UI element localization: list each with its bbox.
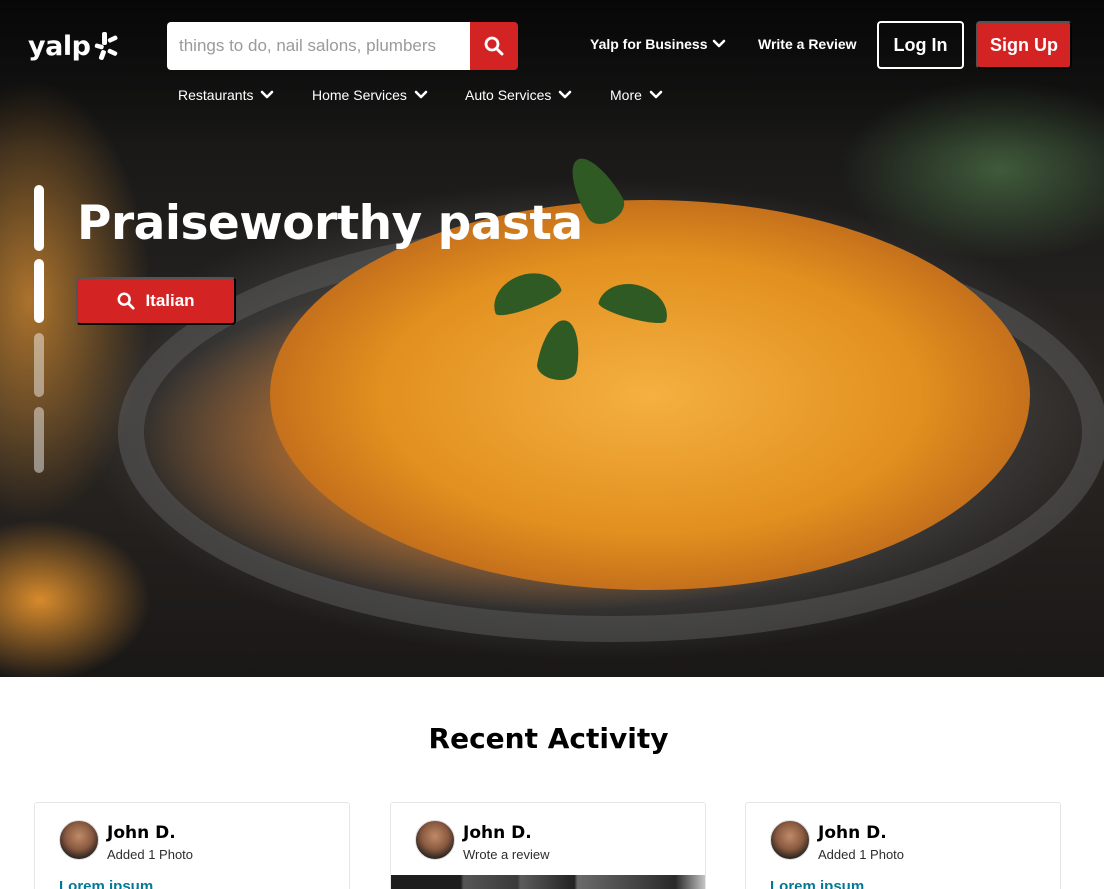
write-review-label: Write a Review bbox=[758, 36, 857, 52]
yalp-logo[interactable]: yalp bbox=[28, 30, 119, 62]
burst-logo-icon bbox=[95, 32, 118, 60]
nav-item-home-services[interactable]: Home Services bbox=[312, 87, 429, 103]
yalp-for-business-link[interactable]: Yalp for Business bbox=[590, 36, 727, 52]
yalp-for-business-label: Yalp for Business bbox=[590, 36, 708, 52]
nav-item-label: Auto Services bbox=[465, 87, 552, 103]
search-bar bbox=[167, 22, 518, 70]
slide-indicator-active[interactable] bbox=[34, 259, 44, 323]
nav-item-label: Restaurants bbox=[178, 87, 254, 103]
activity-card[interactable]: John D. Added 1 Photo Lorem ipsum bbox=[34, 802, 350, 889]
business-link[interactable]: Lorem ipsum bbox=[59, 878, 153, 889]
slide-indicator-active[interactable] bbox=[34, 185, 44, 251]
review-photo[interactable] bbox=[391, 875, 705, 889]
activity-action: Wrote a review bbox=[463, 847, 550, 862]
activity-card[interactable]: John D. Wrote a review bbox=[390, 802, 706, 889]
chevron-down-icon bbox=[414, 90, 428, 99]
chevron-down-icon bbox=[559, 90, 572, 99]
nav-item-label: More bbox=[610, 87, 642, 103]
nav-item-more[interactable]: More bbox=[610, 87, 664, 103]
activity-action: Added 1 Photo bbox=[107, 847, 194, 862]
chevron-down-icon bbox=[261, 90, 274, 99]
business-link[interactable]: Lorem ipsum bbox=[770, 878, 864, 889]
user-name[interactable]: John D. bbox=[818, 823, 887, 843]
signup-button[interactable]: Sign Up bbox=[976, 21, 1072, 69]
chevron-down-icon bbox=[713, 39, 726, 48]
avatar[interactable] bbox=[770, 820, 810, 860]
write-review-link[interactable]: Write a Review bbox=[758, 36, 857, 52]
search-input[interactable] bbox=[167, 22, 470, 70]
recent-activity-title: Recent Activity bbox=[428, 722, 669, 755]
activity-card[interactable]: John D. Added 1 Photo Lorem ipsum bbox=[745, 802, 1061, 889]
hero-category-label: Italian bbox=[145, 291, 195, 310]
nav-item-restaurants[interactable]: Restaurants bbox=[178, 87, 275, 103]
hero-title: Praiseworthy pasta bbox=[77, 196, 583, 251]
search-button[interactable] bbox=[470, 22, 518, 70]
slide-indicator[interactable] bbox=[34, 333, 44, 397]
search-icon bbox=[484, 36, 504, 56]
login-button[interactable]: Log In bbox=[877, 21, 964, 69]
user-name[interactable]: John D. bbox=[463, 823, 532, 843]
chevron-down-icon bbox=[649, 90, 663, 99]
hero-category-button[interactable]: Italian bbox=[76, 277, 236, 325]
activity-action: Added 1 Photo bbox=[818, 847, 905, 862]
search-icon bbox=[117, 292, 135, 310]
avatar[interactable] bbox=[415, 820, 455, 860]
logo-text: yalp bbox=[28, 30, 91, 62]
nav-item-auto-services[interactable]: Auto Services bbox=[465, 87, 573, 103]
avatar[interactable] bbox=[59, 820, 99, 860]
user-name[interactable]: John D. bbox=[107, 823, 176, 843]
nav-item-label: Home Services bbox=[312, 87, 407, 103]
slide-indicator[interactable] bbox=[34, 407, 44, 473]
